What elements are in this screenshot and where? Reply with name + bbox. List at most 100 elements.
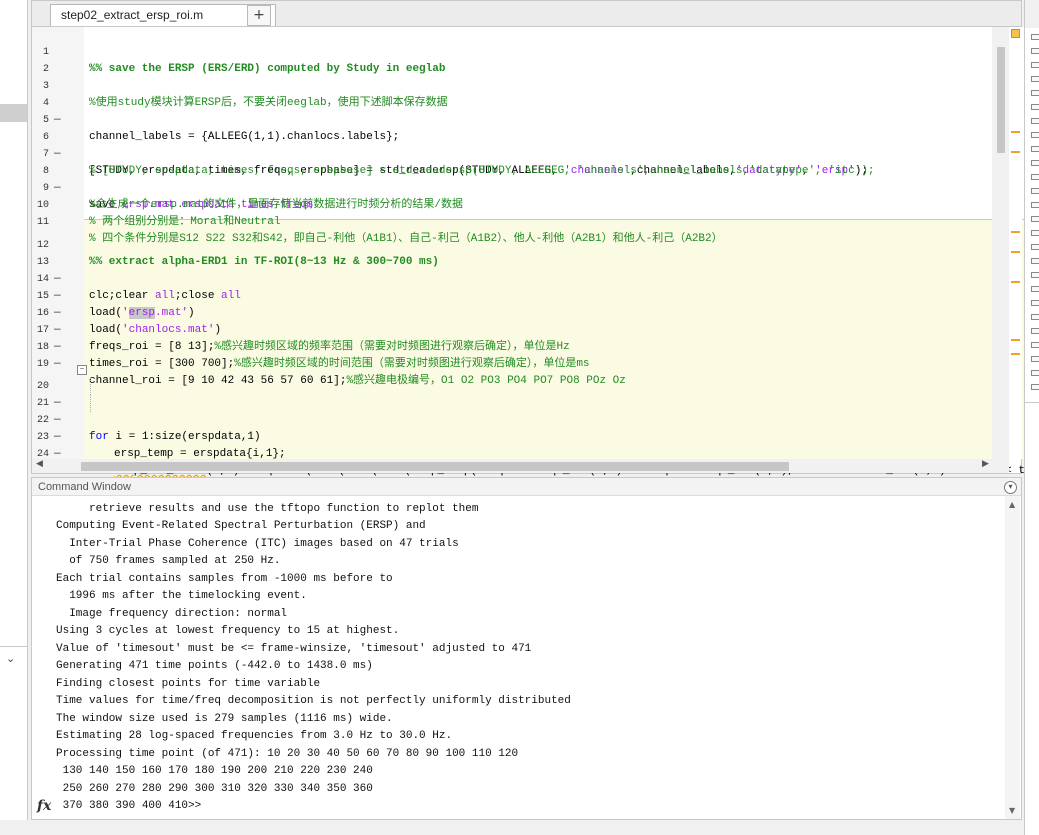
left-panel-selected-row[interactable]: [0, 104, 27, 122]
variable-icon[interactable]: [1031, 174, 1039, 180]
code-line[interactable]: 7 % [STUDY, erspdata, times, freqs, ersp…: [32, 129, 1022, 177]
scroll-right-icon[interactable]: ▶: [982, 459, 989, 469]
code-line[interactable]: 10 % 两个组别分别是：Moral和Neutral: [32, 180, 1022, 228]
variable-icon[interactable]: [1031, 160, 1039, 166]
warning-status-icon[interactable]: [1011, 29, 1020, 38]
warning-marker[interactable]: [1011, 353, 1020, 355]
code-line[interactable]: 22 — ersp_roi_moral(:,i) = squeeze(mean(…: [32, 395, 1039, 477]
new-tab-button[interactable]: +: [247, 5, 271, 26]
code-line[interactable]: 5: [32, 95, 1022, 126]
variable-icon[interactable]: [1031, 370, 1039, 376]
editor-vertical-scrollbar[interactable]: [992, 27, 1009, 459]
warning-marker[interactable]: [1011, 131, 1020, 133]
editor-tabbar: step02_extract_ersp_roi.m ✕ +: [32, 1, 1021, 27]
variable-icon[interactable]: [1031, 342, 1039, 348]
variable-icon[interactable]: [1031, 202, 1039, 208]
code-line[interactable]: 6 — [STUDY, erspdata, times, freqs, ersp…: [32, 112, 1022, 177]
status-bar: [0, 820, 1039, 835]
code-line[interactable]: 19: [32, 339, 1022, 370]
warning-marker[interactable]: [1011, 231, 1020, 233]
code-line[interactable]: 25 for i = 1:size(erspdata,1): [32, 450, 1022, 459]
output-line: Computing Event-Related Spectral Perturb…: [56, 520, 426, 532]
code-line[interactable]: 14 — load('ersp.mat'): [32, 254, 1022, 319]
variable-icon[interactable]: [1031, 34, 1039, 40]
code-line[interactable]: 16 — freqs_roi = [8 13];%感兴趣时频区域的频率范围（需要…: [32, 288, 1022, 353]
variable-icon[interactable]: [1031, 244, 1039, 250]
variable-icon[interactable]: [1031, 62, 1039, 68]
indent-guide: [90, 378, 92, 395]
warning-marker[interactable]: [1011, 339, 1020, 341]
output-line: 130 140 150 160 170 180 190 200 210 220 …: [56, 765, 373, 777]
variable-icon[interactable]: [1031, 118, 1039, 124]
variable-icon[interactable]: [1031, 272, 1039, 278]
variable-icon[interactable]: [1031, 286, 1039, 292]
code-line[interactable]: 23 — end: [32, 412, 1022, 477]
command-window-title: Command Window ▾: [32, 478, 1021, 496]
variable-icon[interactable]: [1031, 76, 1039, 82]
code-line[interactable]: 20 — − for i = 1:size(erspdata,1): [32, 361, 1022, 443]
editor-panel: step02_extract_ersp_roi.m ✕ + 1 %% save …: [31, 0, 1039, 477]
variable-icon[interactable]: [1031, 132, 1039, 138]
variable-icon[interactable]: [1031, 216, 1039, 222]
scrollbar-thumb[interactable]: [997, 47, 1005, 153]
code-line[interactable]: 15 — load('chanlocs.mat'): [32, 271, 1022, 336]
code-line[interactable]: 12 %% extract alpha-ERD1 in TF-ROI(8~13 …: [32, 220, 1022, 268]
fx-function-browser-icon[interactable]: fx: [37, 798, 51, 814]
variable-icon[interactable]: [1031, 48, 1039, 54]
variable-icon[interactable]: [1031, 356, 1039, 362]
workspace-panel: [1024, 0, 1039, 835]
variable-icon[interactable]: [1031, 188, 1039, 194]
indent-guide: [90, 395, 92, 412]
variable-icon[interactable]: [1031, 104, 1039, 110]
command-window-title-text: Command Window: [38, 481, 131, 493]
variable-icon[interactable]: [1031, 90, 1039, 96]
warning-marker[interactable]: [1011, 281, 1020, 283]
workspace-panel-divider: [1025, 402, 1039, 403]
code-line[interactable]: 18 — channel_roi = [9 10 42 43 56 57 60 …: [32, 322, 1022, 387]
output-line: Time values for time/freq decomposition …: [56, 695, 571, 707]
code-line[interactable]: 9 %会生成一个ersp.mat的文件，里面存储当前数据进行时频分析的结果/数据: [32, 163, 1022, 211]
warning-marker[interactable]: [1011, 251, 1020, 253]
command-window[interactable]: Command Window ▾ retrieve results and us…: [31, 477, 1022, 820]
output-line: Finding closest points for time variable: [56, 678, 321, 690]
output-line: Each trial contains samples from -1000 m…: [56, 573, 393, 585]
code-line[interactable]: 13 — clc;clear all;close all: [32, 237, 1022, 302]
tab-step02-extract-ersp-roi[interactable]: step02_extract_ersp_roi.m ✕: [50, 4, 276, 26]
code-line[interactable]: 11 % 四个条件分别是S12 S22 S32和S42，即自己-利他（A1B1）…: [32, 197, 1022, 245]
variable-icon[interactable]: [1031, 230, 1039, 236]
code-line[interactable]: 1 %% save the ERSP (ERS/ERD) computed by…: [32, 27, 1022, 75]
scrollbar-thumb[interactable]: [81, 462, 789, 471]
scroll-up-icon[interactable]: ▲: [1009, 500, 1015, 509]
chevron-down-icon[interactable]: ⌄: [6, 652, 15, 665]
variable-icon[interactable]: [1031, 314, 1039, 320]
scroll-left-icon[interactable]: ◀: [36, 459, 43, 469]
variable-icon[interactable]: [1031, 384, 1039, 390]
output-line: retrieve results and use the tftopo func…: [56, 503, 479, 515]
code-line[interactable]: 17 — times_roi = [300 700];%感兴趣时频区域的时间范围…: [32, 305, 1022, 370]
output-line: Value of 'timesout' must be <= frame-win…: [56, 643, 532, 655]
command-prompt-line[interactable]: 370 380 390 400 410>>: [56, 798, 202, 815]
output-line: Processing time point (of 471): 10 20 30…: [56, 748, 519, 760]
code-line[interactable]: 4 — channel_labels = {ALLEEG(1,1).chanlo…: [32, 78, 1022, 143]
variable-icon[interactable]: [1031, 146, 1039, 152]
output-line: Estimating 28 log-spaced frequencies fro…: [56, 730, 453, 742]
variable-icon[interactable]: [1031, 258, 1039, 264]
code-line[interactable]: 21 — ersp_temp = erspdata{i,1};: [32, 378, 1022, 460]
left-panel: ⌄: [0, 0, 28, 835]
editor-horizontal-scrollbar[interactable]: ◀ ▶: [32, 459, 1009, 473]
code-line[interactable]: 8 — save ersp.mat erspdata times freqs: [32, 146, 1022, 211]
code-line[interactable]: 3 %使用study模块计算ERSP后，不要关闭eeglab，使用下述脚本保存数…: [32, 61, 1022, 109]
command-window-scrollbar[interactable]: ▲ ▼: [1005, 496, 1020, 819]
code-line[interactable]: 24: [32, 429, 1022, 460]
workspace-panel-header[interactable]: [1025, 0, 1039, 28]
output-line: Image frequency direction: normal: [56, 608, 288, 620]
output-line: 1996 ms after the timelocking event.: [56, 590, 307, 602]
code-line[interactable]: 2: [32, 44, 1022, 75]
scroll-down-icon[interactable]: ▼: [1009, 806, 1015, 815]
fold-toggle-icon[interactable]: −: [77, 365, 87, 375]
variable-icon[interactable]: [1031, 328, 1039, 334]
panel-options-icon[interactable]: ▾: [1004, 481, 1017, 494]
warning-marker[interactable]: [1011, 151, 1020, 153]
variable-icon[interactable]: [1031, 300, 1039, 306]
output-line: Using 3 cycles at lowest frequency to 15…: [56, 625, 400, 637]
